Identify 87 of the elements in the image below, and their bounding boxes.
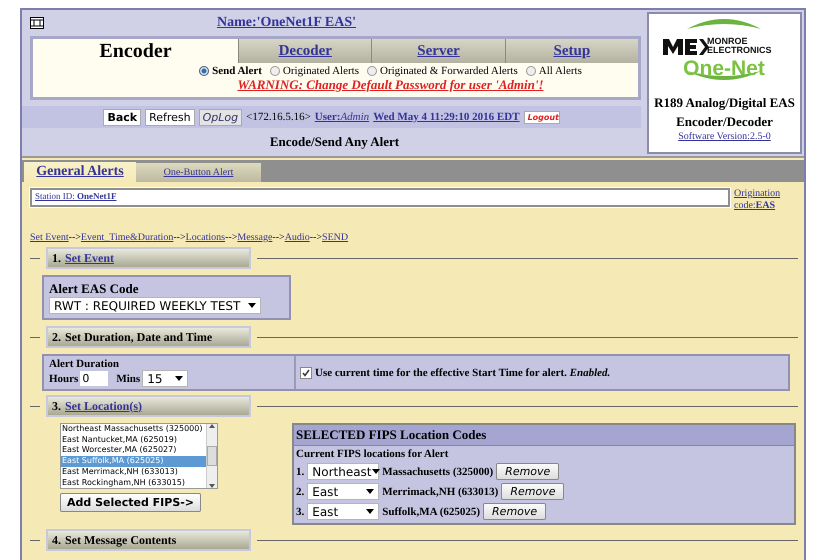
warning-link[interactable]: WARNING: Change Default Password for user 'Admin'! [143, 77, 638, 93]
nav-tab[interactable]: Setup [504, 39, 638, 63]
remove-button[interactable]: Remove [483, 503, 546, 520]
panel-subtitle: Current FIPS locations for Alert [296, 448, 450, 460]
product-subtitle: Encoder/Decoder [676, 114, 773, 131]
sub-tab[interactable]: One-Button Alert [136, 163, 261, 182]
list-item[interactable]: East Worcester,MA (625027) [61, 445, 206, 456]
toolbar-button[interactable]: Back [103, 108, 142, 126]
location-name: Suffolk,MA (625025) [382, 506, 480, 518]
step-link[interactable]: Message [237, 232, 272, 243]
section-number: 4. [52, 532, 61, 548]
user-link[interactable]: User:Admin [314, 111, 370, 123]
field-label: Hours [49, 372, 78, 384]
field-label: Mins [116, 372, 140, 384]
device-name-link[interactable]: Name:'OneNet1F EAS' [44, 15, 529, 31]
list-item[interactable]: East Rockingham,NH (633015) [61, 478, 206, 488]
step-separator: --> [68, 232, 81, 243]
section-link[interactable]: Set Location(s) [65, 398, 142, 414]
dropdown[interactable]: 15 [142, 370, 188, 387]
nav-tab[interactable]: Server [371, 39, 505, 63]
field-label: Alert Duration [49, 358, 120, 370]
caret-icon [366, 509, 374, 514]
section-title: Set Message Contents [65, 532, 176, 548]
toolbar-button[interactable]: Refresh [145, 108, 195, 126]
row-number: 2. [296, 486, 304, 498]
section-number: 3. [52, 398, 61, 414]
dropdown[interactable]: East [307, 503, 380, 520]
datetime-link[interactable]: Wed May 4 11:29:10 2016 EDT [373, 111, 520, 123]
step-link[interactable]: Locations [186, 232, 226, 243]
dropdown[interactable]: East [307, 483, 380, 500]
location-name: Merrimack,NH (633013) [382, 486, 498, 498]
page-title: Encode/Send Any Alert [268, 134, 400, 150]
step-separator: --> [173, 232, 186, 243]
station-id-field[interactable]: Station ID: OneNet1F [30, 188, 730, 207]
step-link[interactable]: SEND [322, 232, 348, 243]
scroll-down-icon[interactable] [209, 484, 215, 488]
step-link[interactable]: Event_Time&Duration [80, 232, 174, 243]
caret-icon [366, 489, 374, 494]
version-link[interactable]: Software Version:2.5-0 [678, 130, 771, 142]
remove-button[interactable]: Remove [496, 463, 560, 480]
row-number: 1. [296, 466, 304, 478]
origination-link[interactable]: Origination code:EAS [734, 188, 798, 212]
logo: MONROE ELECTRONICS One-Net [657, 17, 792, 93]
caret-icon [248, 303, 256, 308]
location-list[interactable]: Northeast Massachusetts (325000) East Nantucket,MA (625019) East Worcester,MA (625027) East Suffolk,MA (625025) East Merrimack,NH (633013) East Rockingham,NH (633015) [60, 423, 218, 489]
radio-button[interactable] [367, 66, 377, 76]
checkbox[interactable] [300, 366, 312, 378]
radio-label: All Alerts [538, 65, 582, 77]
window-icon[interactable] [30, 17, 44, 29]
scrollbar[interactable] [206, 424, 217, 488]
step-link[interactable]: Audio [284, 232, 310, 243]
caret-icon [175, 376, 184, 381]
add-fips-button[interactable]: Add Selected FIPS-> [60, 493, 202, 512]
hours-field[interactable]: 0 [80, 371, 108, 386]
nav-tab[interactable]: Decoder [238, 39, 372, 63]
step-link[interactable]: Set Event [30, 232, 69, 243]
logout-button[interactable]: Logout [524, 110, 560, 124]
caret-icon [372, 469, 380, 474]
section-number: 2. [52, 330, 61, 344]
step-separator: --> [272, 232, 285, 243]
product-model: R189 Analog/Digital EAS [654, 95, 795, 112]
step-separator: --> [225, 232, 238, 243]
radio-label: Originated Alerts [282, 65, 359, 77]
ip-address: <172.16.5.16> [246, 111, 311, 123]
radio-button[interactable] [199, 66, 210, 76]
radio-button[interactable] [526, 66, 536, 76]
scroll-up-icon[interactable] [209, 424, 215, 428]
checkbox-label: Use current time for the effective Start Time for alert. Enabled. [315, 366, 610, 378]
location-name: Massachusetts (325000) [382, 466, 494, 478]
section-link[interactable]: Set Event [65, 250, 114, 266]
list-item[interactable]: East Merrimack,NH (633013) [61, 466, 206, 478]
list-item[interactable]: Northeast Massachusetts (325000) [61, 424, 206, 435]
field-label: Alert EAS Code [49, 281, 140, 297]
dropdown[interactable]: Northeast [307, 463, 380, 480]
panel-title: SELECTED FIPS Location Codes [294, 425, 794, 446]
toolbar-button[interactable]: OpLog [198, 108, 242, 126]
radio-button[interactable] [270, 66, 280, 76]
radio-label: Send Alert [212, 65, 262, 77]
list-item[interactable]: East Nantucket,MA (625019) [61, 434, 206, 446]
dropdown[interactable]: RWT : REQUIRED WEEKLY TEST [49, 297, 261, 314]
radio-label: Originated & Forwarded Alerts [380, 65, 518, 77]
step-separator: --> [310, 232, 322, 243]
row-number: 3. [296, 506, 304, 518]
sub-tab[interactable]: General Alerts [24, 162, 136, 182]
section-title: Set Duration, Date and Time [65, 330, 212, 344]
remove-button[interactable]: Remove [501, 483, 564, 500]
section-number: 1. [52, 250, 61, 266]
